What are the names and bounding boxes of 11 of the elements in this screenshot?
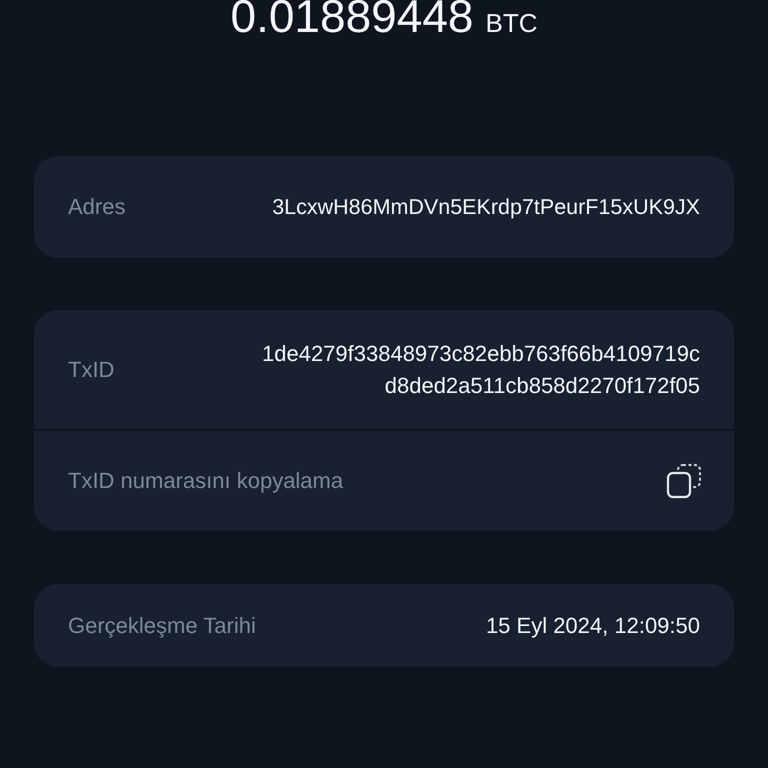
- amount-value: 0.01889448: [230, 0, 474, 44]
- date-label: Gerçekleşme Tarihi: [68, 612, 256, 638]
- copy-txid-label[interactable]: TxID numarasını kopyalama: [68, 468, 344, 494]
- txid-value-line: d8ded2a511cb858d2270f172f05: [384, 372, 700, 398]
- address-value: 3LcxwH86MmDVn5EKrdp7tPeurF15xUK9JX: [272, 194, 700, 220]
- currency-unit: BTC: [486, 8, 538, 39]
- copy-icon[interactable]: [666, 463, 702, 499]
- address-label: Adres: [68, 194, 126, 220]
- date-value: 15 Eyl 2024, 12:09:50: [486, 612, 700, 638]
- txid-value-line: 1de4279f33848973c82ebb763f66b4109719c: [262, 340, 700, 366]
- txid-label: TxID: [68, 356, 114, 382]
